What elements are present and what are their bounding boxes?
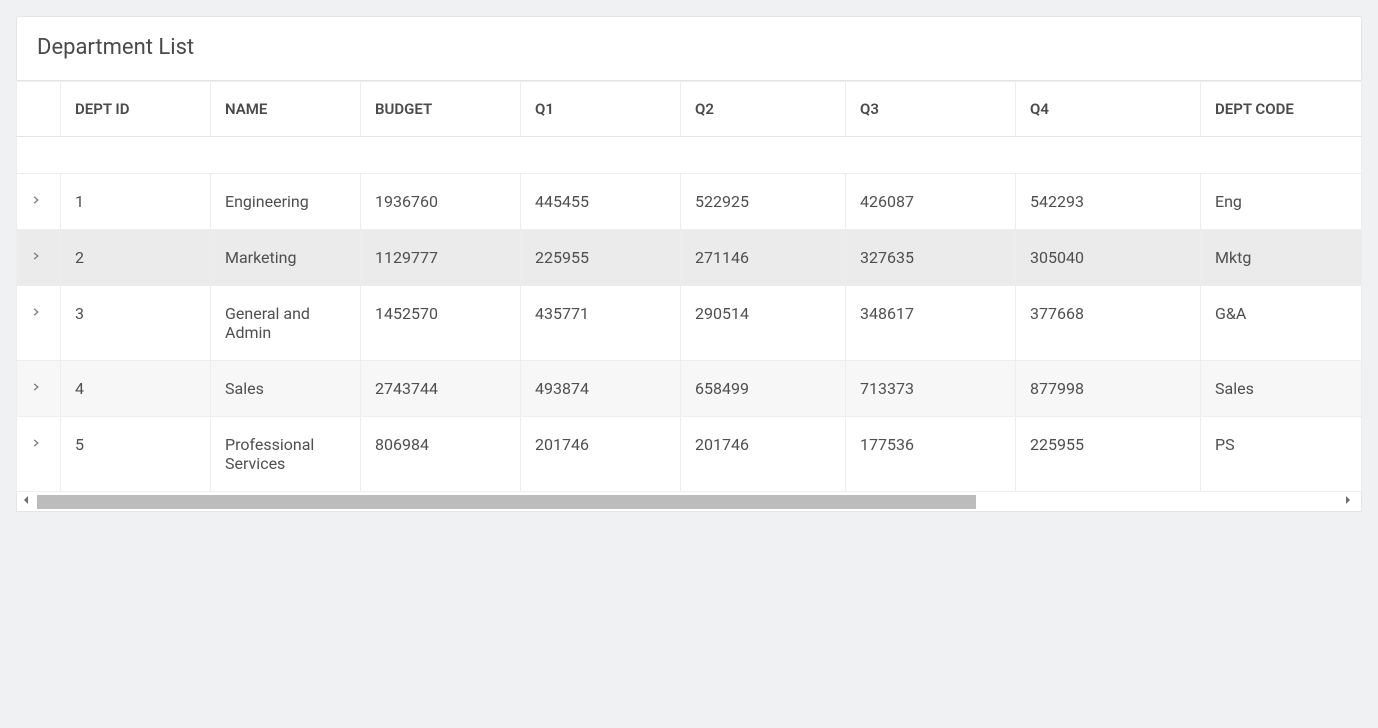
card-header: Department List <box>17 17 1361 80</box>
cell-q4: 305040 <box>1016 230 1201 286</box>
table-row[interactable]: 3General and Admin1452570435771290514348… <box>17 286 1362 361</box>
grid-wrapper: DEPT ID NAME BUDGET Q1 Q2 Q3 Q4 DEPT COD… <box>16 81 1362 512</box>
column-header-q4[interactable]: Q4 <box>1016 82 1201 137</box>
expand-row-button[interactable] <box>17 417 61 492</box>
cell-budget: 1129777 <box>361 230 521 286</box>
cell-q3: 348617 <box>846 286 1016 361</box>
column-header-dept-code[interactable]: DEPT CODE <box>1201 82 1362 137</box>
cell-name: Sales <box>211 361 361 417</box>
cell-name: Engineering <box>211 174 361 230</box>
column-header-budget[interactable]: BUDGET <box>361 82 521 137</box>
scroll-right-arrow-icon[interactable] <box>1343 495 1357 509</box>
cell-dept-code: Sales <box>1201 361 1362 417</box>
column-header-q1[interactable]: Q1 <box>521 82 681 137</box>
cell-q1: 201746 <box>521 417 681 492</box>
expand-row-button[interactable] <box>17 361 61 417</box>
expand-row-button[interactable] <box>17 174 61 230</box>
expand-row-button[interactable] <box>17 230 61 286</box>
table-row[interactable]: 2Marketing112977722595527114632763530504… <box>17 230 1362 286</box>
cell-q3: 426087 <box>846 174 1016 230</box>
cell-q1: 435771 <box>521 286 681 361</box>
cell-dept-id: 2 <box>61 230 211 286</box>
chevron-right-icon <box>31 307 43 319</box>
table-row[interactable]: 1Engineering1936760445455522925426087542… <box>17 174 1362 230</box>
table-header-row: DEPT ID NAME BUDGET Q1 Q2 Q3 Q4 DEPT COD… <box>17 82 1362 137</box>
table-row[interactable]: 4Sales2743744493874658499713373877998Sal… <box>17 361 1362 417</box>
cell-q3: 177536 <box>846 417 1016 492</box>
scroll-thumb[interactable] <box>37 495 976 509</box>
cell-q2: 290514 <box>681 286 846 361</box>
column-header-q3[interactable]: Q3 <box>846 82 1016 137</box>
cell-q2: 658499 <box>681 361 846 417</box>
cell-q2: 201746 <box>681 417 846 492</box>
scroll-left-arrow-icon[interactable] <box>21 495 35 509</box>
column-header-name[interactable]: NAME <box>211 82 361 137</box>
chevron-right-icon <box>31 438 43 450</box>
cell-q1: 225955 <box>521 230 681 286</box>
cell-q4: 542293 <box>1016 174 1201 230</box>
cell-q1: 493874 <box>521 361 681 417</box>
chevron-right-icon <box>31 251 43 263</box>
table-row[interactable]: 5Professional Services806984201746201746… <box>17 417 1362 492</box>
cell-name: Marketing <box>211 230 361 286</box>
cell-q4: 377668 <box>1016 286 1201 361</box>
cell-dept-id: 3 <box>61 286 211 361</box>
cell-q2: 271146 <box>681 230 846 286</box>
cell-q2: 522925 <box>681 174 846 230</box>
cell-q4: 877998 <box>1016 361 1201 417</box>
cell-dept-code: Mktg <box>1201 230 1362 286</box>
cell-dept-code: G&A <box>1201 286 1362 361</box>
column-header-q2[interactable]: Q2 <box>681 82 846 137</box>
cell-budget: 806984 <box>361 417 521 492</box>
cell-q3: 713373 <box>846 361 1016 417</box>
cell-dept-id: 5 <box>61 417 211 492</box>
page-title: Department List <box>37 35 1341 60</box>
cell-dept-code: PS <box>1201 417 1362 492</box>
cell-name: General and Admin <box>211 286 361 361</box>
chevron-right-icon <box>31 195 43 207</box>
cell-name: Professional Services <box>211 417 361 492</box>
scroll-track[interactable] <box>37 495 1341 509</box>
horizontal-scrollbar[interactable] <box>16 492 1362 512</box>
cell-budget: 1452570 <box>361 286 521 361</box>
department-list-card: Department List <box>16 16 1362 81</box>
cell-q3: 327635 <box>846 230 1016 286</box>
cell-dept-id: 4 <box>61 361 211 417</box>
cell-q1: 445455 <box>521 174 681 230</box>
column-header-dept-id[interactable]: DEPT ID <box>61 82 211 137</box>
cell-dept-id: 1 <box>61 174 211 230</box>
cell-budget: 2743744 <box>361 361 521 417</box>
column-header-expand <box>17 82 61 137</box>
expand-row-button[interactable] <box>17 286 61 361</box>
chevron-right-icon <box>31 382 43 394</box>
cell-dept-code: Eng <box>1201 174 1362 230</box>
department-table: DEPT ID NAME BUDGET Q1 Q2 Q3 Q4 DEPT COD… <box>16 81 1362 492</box>
cell-q4: 225955 <box>1016 417 1201 492</box>
cell-budget: 1936760 <box>361 174 521 230</box>
